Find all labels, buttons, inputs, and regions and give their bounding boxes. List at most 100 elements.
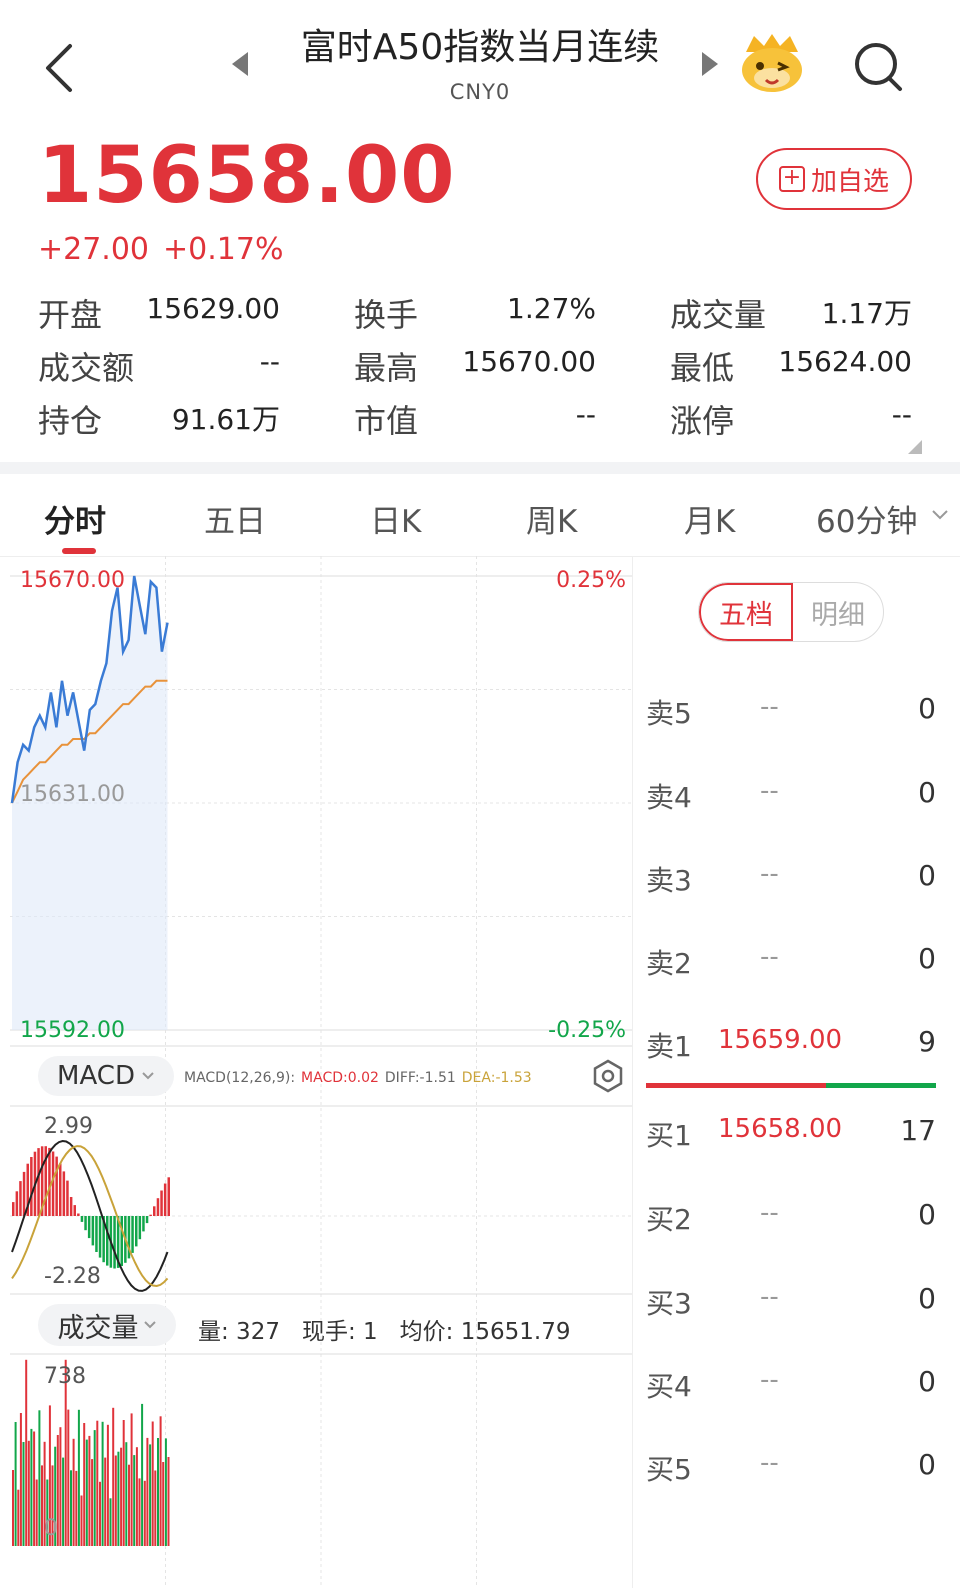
volume-bar bbox=[22, 1442, 25, 1546]
macd-bar bbox=[145, 1216, 149, 1224]
chevron-down-icon bbox=[143, 1321, 156, 1329]
bid-name: 买4 bbox=[646, 1370, 692, 1403]
ask-row-5: 卖5 -- 0 bbox=[646, 692, 936, 732]
macd-histogram bbox=[12, 1146, 170, 1269]
high-label: 最高 bbox=[354, 349, 419, 387]
tab-details[interactable]: 明细 bbox=[793, 583, 883, 641]
open-value: 15629.00 bbox=[146, 292, 280, 325]
ask-price: 15659.00 bbox=[718, 1025, 843, 1055]
volume-bar bbox=[130, 1413, 133, 1546]
volume-bar bbox=[67, 1409, 70, 1546]
low-value: 15624.00 bbox=[778, 345, 912, 378]
tab-daily-k[interactable]: 日K bbox=[370, 496, 421, 541]
volume-axis-zero: 0 bbox=[44, 1516, 58, 1541]
bid-row-3: 买3 -- 0 bbox=[646, 1282, 936, 1322]
volume-bar bbox=[159, 1416, 162, 1546]
orderbook-toggle: 五档 明细 bbox=[698, 582, 884, 642]
volume-bar bbox=[149, 1444, 152, 1546]
volume-value: 1.17万 bbox=[821, 297, 912, 330]
mascot-icon[interactable] bbox=[738, 32, 806, 94]
volume-bar bbox=[143, 1480, 146, 1546]
bid-qty: 0 bbox=[918, 1365, 936, 1398]
macd-bar bbox=[22, 1171, 26, 1216]
expand-corner-icon[interactable] bbox=[908, 440, 922, 454]
ask-price: -- bbox=[760, 859, 779, 889]
chevron-down-icon[interactable] bbox=[930, 508, 950, 522]
title-block: 富时A50指数当月连续 CNY0 bbox=[230, 24, 730, 114]
high-value: 15670.00 bbox=[462, 345, 596, 378]
ask-pressure-bar bbox=[646, 1083, 826, 1088]
macd-bar bbox=[62, 1171, 66, 1216]
volume-bar bbox=[146, 1437, 149, 1546]
volume-bar bbox=[35, 1479, 38, 1546]
ask-price: -- bbox=[760, 692, 779, 722]
bid-row-4: 买4 -- 0 bbox=[646, 1365, 936, 1405]
contract-code: CNY0 bbox=[449, 80, 511, 104]
volume-bar bbox=[157, 1438, 159, 1546]
tab-five-levels[interactable]: 五档 bbox=[699, 583, 793, 641]
bid-row-2: 买2 -- 0 bbox=[646, 1198, 936, 1238]
price-axis-top: 15670.00 bbox=[20, 568, 125, 593]
macd-value: MACD:0.02 bbox=[301, 1070, 379, 1086]
bid-qty: 0 bbox=[918, 1198, 936, 1231]
volume-bar bbox=[125, 1442, 128, 1546]
price-axis-mid: 15631.00 bbox=[20, 782, 125, 807]
ask-qty: 0 bbox=[918, 942, 936, 975]
volume-label: 成交量 bbox=[57, 1312, 139, 1344]
ask-qty: 0 bbox=[918, 776, 936, 809]
volume-bar bbox=[93, 1430, 96, 1546]
volume-bar bbox=[27, 1440, 30, 1546]
settings-icon[interactable] bbox=[590, 1058, 626, 1094]
volume-bar bbox=[141, 1403, 144, 1546]
volume-bar bbox=[72, 1438, 75, 1546]
open-label: 开盘 bbox=[38, 296, 103, 334]
tab-monthly-k[interactable]: 月K bbox=[684, 496, 735, 541]
macd-indicator-select[interactable]: MACD bbox=[38, 1056, 174, 1096]
turnover-value: 1.27% bbox=[507, 292, 596, 325]
macd-bar bbox=[163, 1183, 167, 1216]
add-watchlist-button[interactable]: + 加自选 bbox=[756, 148, 912, 210]
macd-bar bbox=[98, 1216, 102, 1258]
amount-value: -- bbox=[259, 345, 280, 378]
last-price: 15658.00 bbox=[38, 131, 456, 221]
macd-bar bbox=[77, 1213, 80, 1216]
market-cap-value: -- bbox=[575, 398, 596, 431]
ask-row-2: 卖2 -- 0 bbox=[646, 942, 936, 982]
tab-weekly-k[interactable]: 周K bbox=[526, 496, 577, 541]
ask-qty: 0 bbox=[918, 859, 936, 892]
macd-bar bbox=[19, 1181, 22, 1216]
bid-qty: 0 bbox=[918, 1448, 936, 1481]
volume-bar bbox=[77, 1409, 80, 1546]
volume-indicator-select[interactable]: 成交量 bbox=[38, 1304, 176, 1346]
back-icon[interactable] bbox=[40, 40, 86, 96]
bid-name: 买5 bbox=[646, 1453, 692, 1486]
volume-bar bbox=[88, 1435, 91, 1546]
macd-axis-min: -2.28 bbox=[44, 1264, 101, 1289]
macd-params: MACD(12,26,9): bbox=[184, 1070, 296, 1086]
volume-bar bbox=[162, 1462, 165, 1546]
volume-bar bbox=[106, 1424, 109, 1546]
bid-price: -- bbox=[760, 1282, 779, 1312]
volume-bar bbox=[114, 1455, 117, 1546]
macd-bar bbox=[149, 1214, 152, 1216]
search-icon[interactable] bbox=[850, 38, 906, 94]
volume-bar bbox=[25, 1359, 28, 1546]
next-contract-icon[interactable] bbox=[702, 52, 718, 76]
macd-bar bbox=[138, 1216, 142, 1240]
macd-bar bbox=[66, 1180, 69, 1216]
bid-price: -- bbox=[760, 1198, 779, 1228]
tab-intraday[interactable]: 分时 bbox=[44, 496, 106, 541]
ask-row-4: 卖4 -- 0 bbox=[646, 776, 936, 816]
volume-bar bbox=[164, 1438, 167, 1546]
volume-bar bbox=[96, 1420, 99, 1546]
dea-value: DEA:-1.53 bbox=[461, 1070, 532, 1086]
pct-axis-bottom: -0.25% bbox=[548, 1018, 626, 1043]
plus-icon: + bbox=[778, 166, 805, 192]
volume-bar bbox=[91, 1459, 94, 1546]
macd-bar bbox=[113, 1216, 116, 1269]
ask-name: 卖5 bbox=[646, 697, 692, 730]
tab-five-day[interactable]: 五日 bbox=[204, 496, 266, 541]
macd-bar bbox=[55, 1156, 58, 1216]
volume-bar bbox=[33, 1431, 36, 1546]
tab-60-minute[interactable]: 60分钟 bbox=[816, 496, 917, 541]
